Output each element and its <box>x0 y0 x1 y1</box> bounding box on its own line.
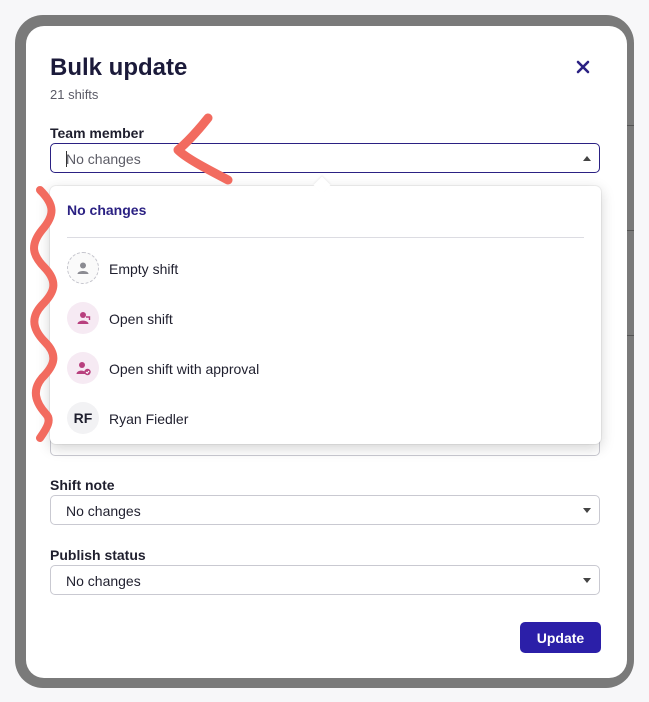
dropdown-divider <box>67 237 584 238</box>
dropdown-option-open-shift[interactable]: Open shift <box>67 302 587 338</box>
background-line <box>626 230 634 231</box>
shift-note-label: Shift note <box>50 477 115 493</box>
avatar: RF <box>67 402 99 434</box>
option-label: Open shift with approval <box>109 361 260 377</box>
shift-note-select[interactable]: No changes <box>50 495 600 525</box>
background-line <box>626 335 634 336</box>
option-label: Ryan Fiedler <box>109 411 189 427</box>
person-icon <box>67 252 99 284</box>
publish-status-select[interactable]: No changes <box>50 565 600 595</box>
dropdown-option-ryan-fiedler[interactable]: RF Ryan Fiedler <box>67 402 587 438</box>
publish-status-label: Publish status <box>50 547 146 563</box>
team-member-value: No changes <box>66 151 141 167</box>
modal-subtitle: 21 shifts <box>50 87 99 102</box>
chevron-down-icon <box>583 508 591 513</box>
publish-status-value: No changes <box>66 573 141 589</box>
close-button[interactable] <box>570 54 596 80</box>
close-icon <box>576 60 590 74</box>
bulk-update-modal: Bulk update 21 shifts Team member No cha… <box>26 26 627 678</box>
shift-note-value: No changes <box>66 503 141 519</box>
option-label: Open shift <box>109 311 173 327</box>
team-member-select[interactable]: No changes <box>50 143 600 173</box>
dropdown-arrow <box>313 176 331 194</box>
update-button[interactable]: Update <box>520 622 601 653</box>
chevron-up-icon <box>583 156 591 161</box>
open-shift-icon <box>67 302 99 334</box>
team-member-label: Team member <box>50 125 144 141</box>
background-line <box>626 125 634 126</box>
dropdown-option-no-changes[interactable]: No changes <box>67 202 146 218</box>
option-label: Empty shift <box>109 261 179 277</box>
open-shift-approval-icon <box>67 352 99 384</box>
chevron-down-icon <box>583 578 591 583</box>
team-member-dropdown: No changes Empty shift Open shift Open s… <box>50 176 601 444</box>
modal-title: Bulk update <box>50 54 188 81</box>
dropdown-option-empty-shift[interactable]: Empty shift <box>67 252 587 288</box>
dropdown-option-open-shift-approval[interactable]: Open shift with approval <box>67 352 587 388</box>
